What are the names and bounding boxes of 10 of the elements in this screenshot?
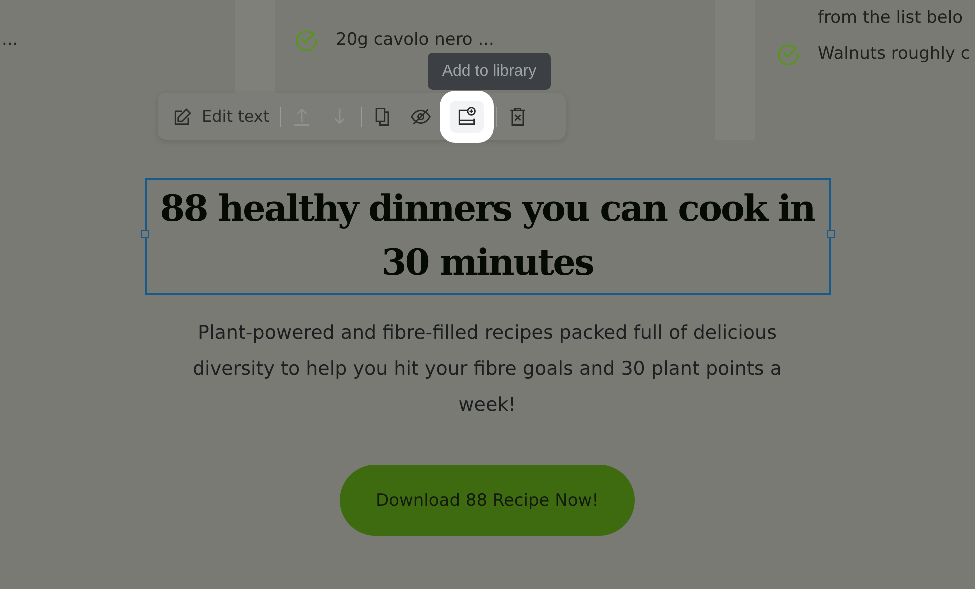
edit-text-button[interactable]: Edit text (166, 100, 276, 132)
tooltip: Add to library (428, 53, 551, 90)
download-button[interactable]: Download 88 Recipe Now! (340, 465, 635, 536)
ingredient-text: from the list belo (818, 8, 964, 28)
ingredient-text: ... (2, 30, 18, 50)
ingredient-text: 20g cavolo nero ... (336, 30, 494, 50)
ingredient-text: Walnuts roughly c (818, 44, 970, 64)
pencil-icon (172, 106, 194, 128)
description: Plant-powered and fibre-filled recipes packed full of delicious diversity to help you hit your fibre goals and 30 plant points a week! (192, 321, 783, 418)
library-button[interactable] (450, 100, 484, 132)
